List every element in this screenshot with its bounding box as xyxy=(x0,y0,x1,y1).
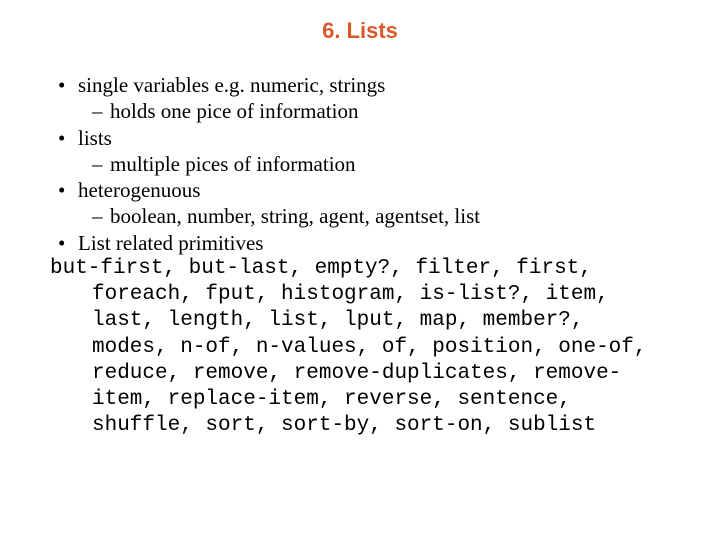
bullet-heterogenuous: heterogenuous xyxy=(50,177,670,203)
subbullet-holds-one: holds one pice of information xyxy=(50,98,670,124)
subbullet-types: boolean, number, string, agent, agentset… xyxy=(50,203,670,229)
primitives-list: but-first, but-last, empty?, filter, fir… xyxy=(50,256,670,440)
bullet-primitives: List related primitives xyxy=(50,230,670,256)
slide-content: single variables e.g. numeric, strings h… xyxy=(50,72,670,440)
bullet-lists: lists xyxy=(50,125,670,151)
bullet-single-variables: single variables e.g. numeric, strings xyxy=(50,72,670,98)
slide-title: 6. Lists xyxy=(50,18,670,44)
subbullet-multiple: multiple pices of information xyxy=(50,151,670,177)
